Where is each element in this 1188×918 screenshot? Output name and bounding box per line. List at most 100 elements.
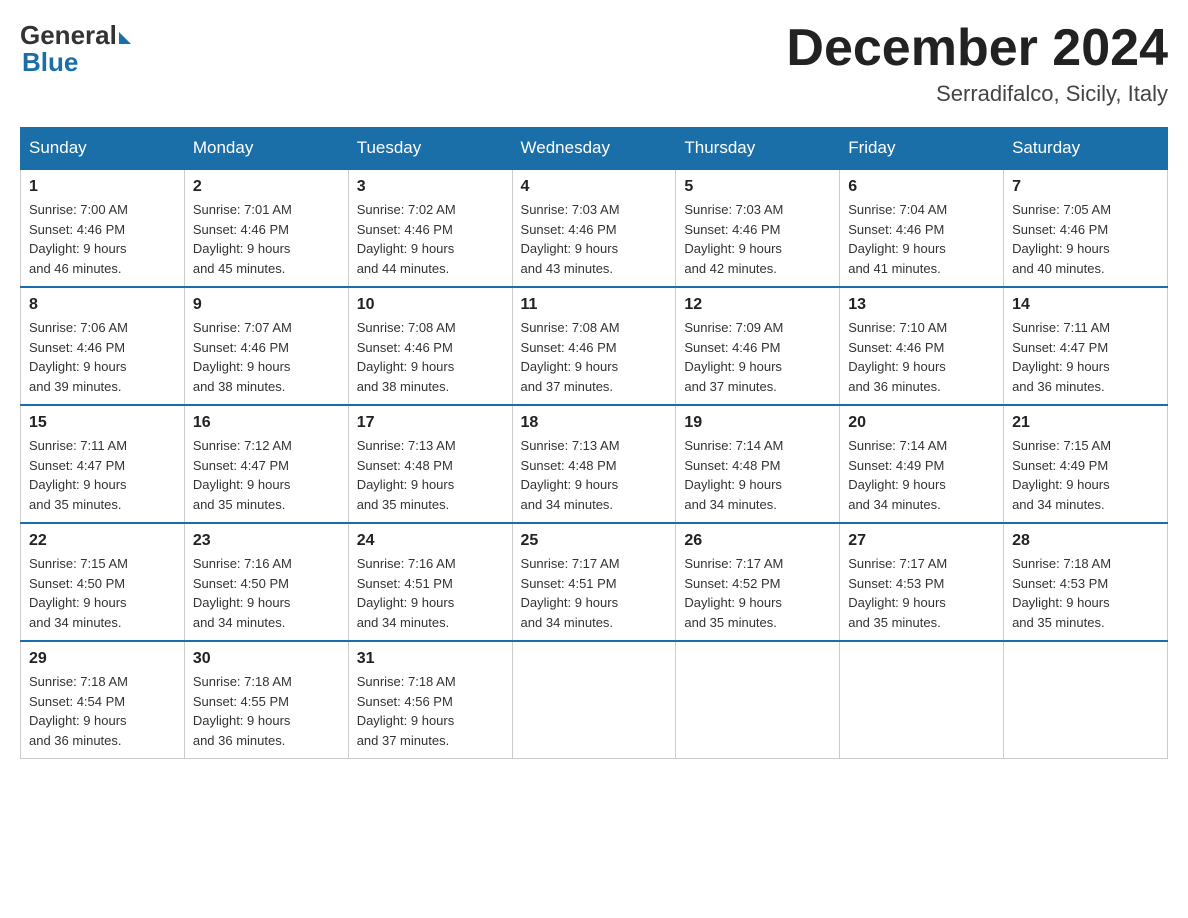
week-row-5: 29 Sunrise: 7:18 AM Sunset: 4:54 PM Dayl… <box>21 641 1168 759</box>
day-info: Sunrise: 7:18 AM Sunset: 4:55 PM Dayligh… <box>193 672 340 750</box>
col-wednesday: Wednesday <box>512 128 676 170</box>
day-info: Sunrise: 7:13 AM Sunset: 4:48 PM Dayligh… <box>521 436 668 514</box>
table-cell: 16 Sunrise: 7:12 AM Sunset: 4:47 PM Dayl… <box>184 405 348 523</box>
day-number: 19 <box>684 414 831 432</box>
table-cell: 23 Sunrise: 7:16 AM Sunset: 4:50 PM Dayl… <box>184 523 348 641</box>
table-cell: 6 Sunrise: 7:04 AM Sunset: 4:46 PM Dayli… <box>840 169 1004 287</box>
table-cell <box>512 641 676 759</box>
day-number: 14 <box>1012 296 1159 314</box>
day-number: 30 <box>193 650 340 668</box>
table-cell: 18 Sunrise: 7:13 AM Sunset: 4:48 PM Dayl… <box>512 405 676 523</box>
day-info: Sunrise: 7:03 AM Sunset: 4:46 PM Dayligh… <box>521 200 668 278</box>
table-cell: 30 Sunrise: 7:18 AM Sunset: 4:55 PM Dayl… <box>184 641 348 759</box>
day-number: 27 <box>848 532 995 550</box>
table-cell: 2 Sunrise: 7:01 AM Sunset: 4:46 PM Dayli… <box>184 169 348 287</box>
logo-triangle-icon <box>119 32 131 44</box>
calendar-header-row: Sunday Monday Tuesday Wednesday Thursday… <box>21 128 1168 170</box>
table-cell: 15 Sunrise: 7:11 AM Sunset: 4:47 PM Dayl… <box>21 405 185 523</box>
day-info: Sunrise: 7:02 AM Sunset: 4:46 PM Dayligh… <box>357 200 504 278</box>
table-cell: 9 Sunrise: 7:07 AM Sunset: 4:46 PM Dayli… <box>184 287 348 405</box>
day-number: 8 <box>29 296 176 314</box>
title-area: December 2024 Serradifalco, Sicily, Ital… <box>786 20 1168 107</box>
day-info: Sunrise: 7:04 AM Sunset: 4:46 PM Dayligh… <box>848 200 995 278</box>
day-info: Sunrise: 7:18 AM Sunset: 4:54 PM Dayligh… <box>29 672 176 750</box>
day-number: 4 <box>521 178 668 196</box>
day-number: 22 <box>29 532 176 550</box>
day-info: Sunrise: 7:16 AM Sunset: 4:50 PM Dayligh… <box>193 554 340 632</box>
col-friday: Friday <box>840 128 1004 170</box>
day-number: 15 <box>29 414 176 432</box>
table-cell: 24 Sunrise: 7:16 AM Sunset: 4:51 PM Dayl… <box>348 523 512 641</box>
day-number: 20 <box>848 414 995 432</box>
day-number: 3 <box>357 178 504 196</box>
day-info: Sunrise: 7:18 AM Sunset: 4:53 PM Dayligh… <box>1012 554 1159 632</box>
day-number: 23 <box>193 532 340 550</box>
table-cell: 27 Sunrise: 7:17 AM Sunset: 4:53 PM Dayl… <box>840 523 1004 641</box>
col-thursday: Thursday <box>676 128 840 170</box>
table-cell: 28 Sunrise: 7:18 AM Sunset: 4:53 PM Dayl… <box>1004 523 1168 641</box>
day-info: Sunrise: 7:12 AM Sunset: 4:47 PM Dayligh… <box>193 436 340 514</box>
day-info: Sunrise: 7:06 AM Sunset: 4:46 PM Dayligh… <box>29 318 176 396</box>
week-row-2: 8 Sunrise: 7:06 AM Sunset: 4:46 PM Dayli… <box>21 287 1168 405</box>
day-info: Sunrise: 7:09 AM Sunset: 4:46 PM Dayligh… <box>684 318 831 396</box>
table-cell <box>1004 641 1168 759</box>
day-info: Sunrise: 7:18 AM Sunset: 4:56 PM Dayligh… <box>357 672 504 750</box>
table-cell: 20 Sunrise: 7:14 AM Sunset: 4:49 PM Dayl… <box>840 405 1004 523</box>
table-cell: 13 Sunrise: 7:10 AM Sunset: 4:46 PM Dayl… <box>840 287 1004 405</box>
table-cell: 12 Sunrise: 7:09 AM Sunset: 4:46 PM Dayl… <box>676 287 840 405</box>
day-info: Sunrise: 7:11 AM Sunset: 4:47 PM Dayligh… <box>29 436 176 514</box>
day-info: Sunrise: 7:16 AM Sunset: 4:51 PM Dayligh… <box>357 554 504 632</box>
day-info: Sunrise: 7:13 AM Sunset: 4:48 PM Dayligh… <box>357 436 504 514</box>
col-monday: Monday <box>184 128 348 170</box>
day-number: 12 <box>684 296 831 314</box>
day-info: Sunrise: 7:08 AM Sunset: 4:46 PM Dayligh… <box>357 318 504 396</box>
logo: General Blue <box>20 20 131 78</box>
day-number: 5 <box>684 178 831 196</box>
table-cell: 22 Sunrise: 7:15 AM Sunset: 4:50 PM Dayl… <box>21 523 185 641</box>
table-cell: 25 Sunrise: 7:17 AM Sunset: 4:51 PM Dayl… <box>512 523 676 641</box>
logo-blue-text: Blue <box>22 47 78 78</box>
day-number: 1 <box>29 178 176 196</box>
table-cell: 11 Sunrise: 7:08 AM Sunset: 4:46 PM Dayl… <box>512 287 676 405</box>
day-info: Sunrise: 7:03 AM Sunset: 4:46 PM Dayligh… <box>684 200 831 278</box>
day-number: 16 <box>193 414 340 432</box>
day-number: 2 <box>193 178 340 196</box>
table-cell: 1 Sunrise: 7:00 AM Sunset: 4:46 PM Dayli… <box>21 169 185 287</box>
week-row-3: 15 Sunrise: 7:11 AM Sunset: 4:47 PM Dayl… <box>21 405 1168 523</box>
week-row-1: 1 Sunrise: 7:00 AM Sunset: 4:46 PM Dayli… <box>21 169 1168 287</box>
day-number: 10 <box>357 296 504 314</box>
day-number: 11 <box>521 296 668 314</box>
table-cell: 5 Sunrise: 7:03 AM Sunset: 4:46 PM Dayli… <box>676 169 840 287</box>
table-cell: 31 Sunrise: 7:18 AM Sunset: 4:56 PM Dayl… <box>348 641 512 759</box>
day-info: Sunrise: 7:15 AM Sunset: 4:49 PM Dayligh… <box>1012 436 1159 514</box>
day-number: 31 <box>357 650 504 668</box>
month-title: December 2024 <box>786 20 1168 77</box>
day-number: 28 <box>1012 532 1159 550</box>
day-info: Sunrise: 7:17 AM Sunset: 4:52 PM Dayligh… <box>684 554 831 632</box>
day-info: Sunrise: 7:14 AM Sunset: 4:49 PM Dayligh… <box>848 436 995 514</box>
table-cell: 10 Sunrise: 7:08 AM Sunset: 4:46 PM Dayl… <box>348 287 512 405</box>
day-number: 7 <box>1012 178 1159 196</box>
day-info: Sunrise: 7:01 AM Sunset: 4:46 PM Dayligh… <box>193 200 340 278</box>
day-info: Sunrise: 7:11 AM Sunset: 4:47 PM Dayligh… <box>1012 318 1159 396</box>
day-number: 18 <box>521 414 668 432</box>
table-cell: 17 Sunrise: 7:13 AM Sunset: 4:48 PM Dayl… <box>348 405 512 523</box>
day-info: Sunrise: 7:08 AM Sunset: 4:46 PM Dayligh… <box>521 318 668 396</box>
col-saturday: Saturday <box>1004 128 1168 170</box>
day-info: Sunrise: 7:15 AM Sunset: 4:50 PM Dayligh… <box>29 554 176 632</box>
day-number: 17 <box>357 414 504 432</box>
table-cell: 8 Sunrise: 7:06 AM Sunset: 4:46 PM Dayli… <box>21 287 185 405</box>
table-cell: 29 Sunrise: 7:18 AM Sunset: 4:54 PM Dayl… <box>21 641 185 759</box>
day-info: Sunrise: 7:10 AM Sunset: 4:46 PM Dayligh… <box>848 318 995 396</box>
day-number: 29 <box>29 650 176 668</box>
table-cell: 21 Sunrise: 7:15 AM Sunset: 4:49 PM Dayl… <box>1004 405 1168 523</box>
day-info: Sunrise: 7:07 AM Sunset: 4:46 PM Dayligh… <box>193 318 340 396</box>
table-cell <box>676 641 840 759</box>
day-number: 21 <box>1012 414 1159 432</box>
day-number: 9 <box>193 296 340 314</box>
table-cell: 19 Sunrise: 7:14 AM Sunset: 4:48 PM Dayl… <box>676 405 840 523</box>
col-sunday: Sunday <box>21 128 185 170</box>
table-cell <box>840 641 1004 759</box>
table-cell: 7 Sunrise: 7:05 AM Sunset: 4:46 PM Dayli… <box>1004 169 1168 287</box>
page-header: General Blue December 2024 Serradifalco,… <box>20 20 1168 107</box>
